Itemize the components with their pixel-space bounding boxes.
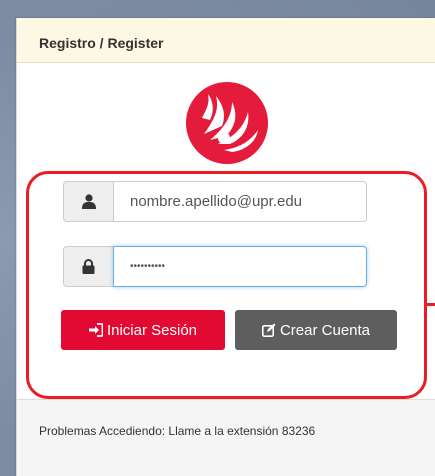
- user-icon: [63, 181, 113, 222]
- edit-icon: [261, 323, 276, 337]
- university-logo: [186, 82, 268, 164]
- help-text: Problemas Accediendo: Llame a la extensi…: [39, 424, 316, 438]
- create-account-button[interactable]: Crear Cuenta: [235, 310, 397, 350]
- sign-in-icon: [88, 323, 103, 337]
- username-group: [63, 181, 367, 222]
- annotation-pointer-line: [427, 303, 435, 306]
- register-panel: Registro / Register nombre.apellido@upr.…: [16, 18, 435, 476]
- lock-icon: [63, 246, 113, 287]
- flame-bird-logo-icon: [202, 94, 258, 152]
- panel-title: Registro / Register: [17, 18, 435, 63]
- login-button-label: Iniciar Sesión: [106, 321, 198, 339]
- password-group: [63, 246, 367, 287]
- password-input[interactable]: [113, 246, 367, 287]
- username-input[interactable]: [113, 181, 367, 222]
- create-account-label: Crear Cuenta: [279, 321, 371, 339]
- panel-footer: Problemas Accediendo: Llame a la extensi…: [17, 399, 435, 476]
- login-button[interactable]: Iniciar Sesión: [61, 310, 225, 350]
